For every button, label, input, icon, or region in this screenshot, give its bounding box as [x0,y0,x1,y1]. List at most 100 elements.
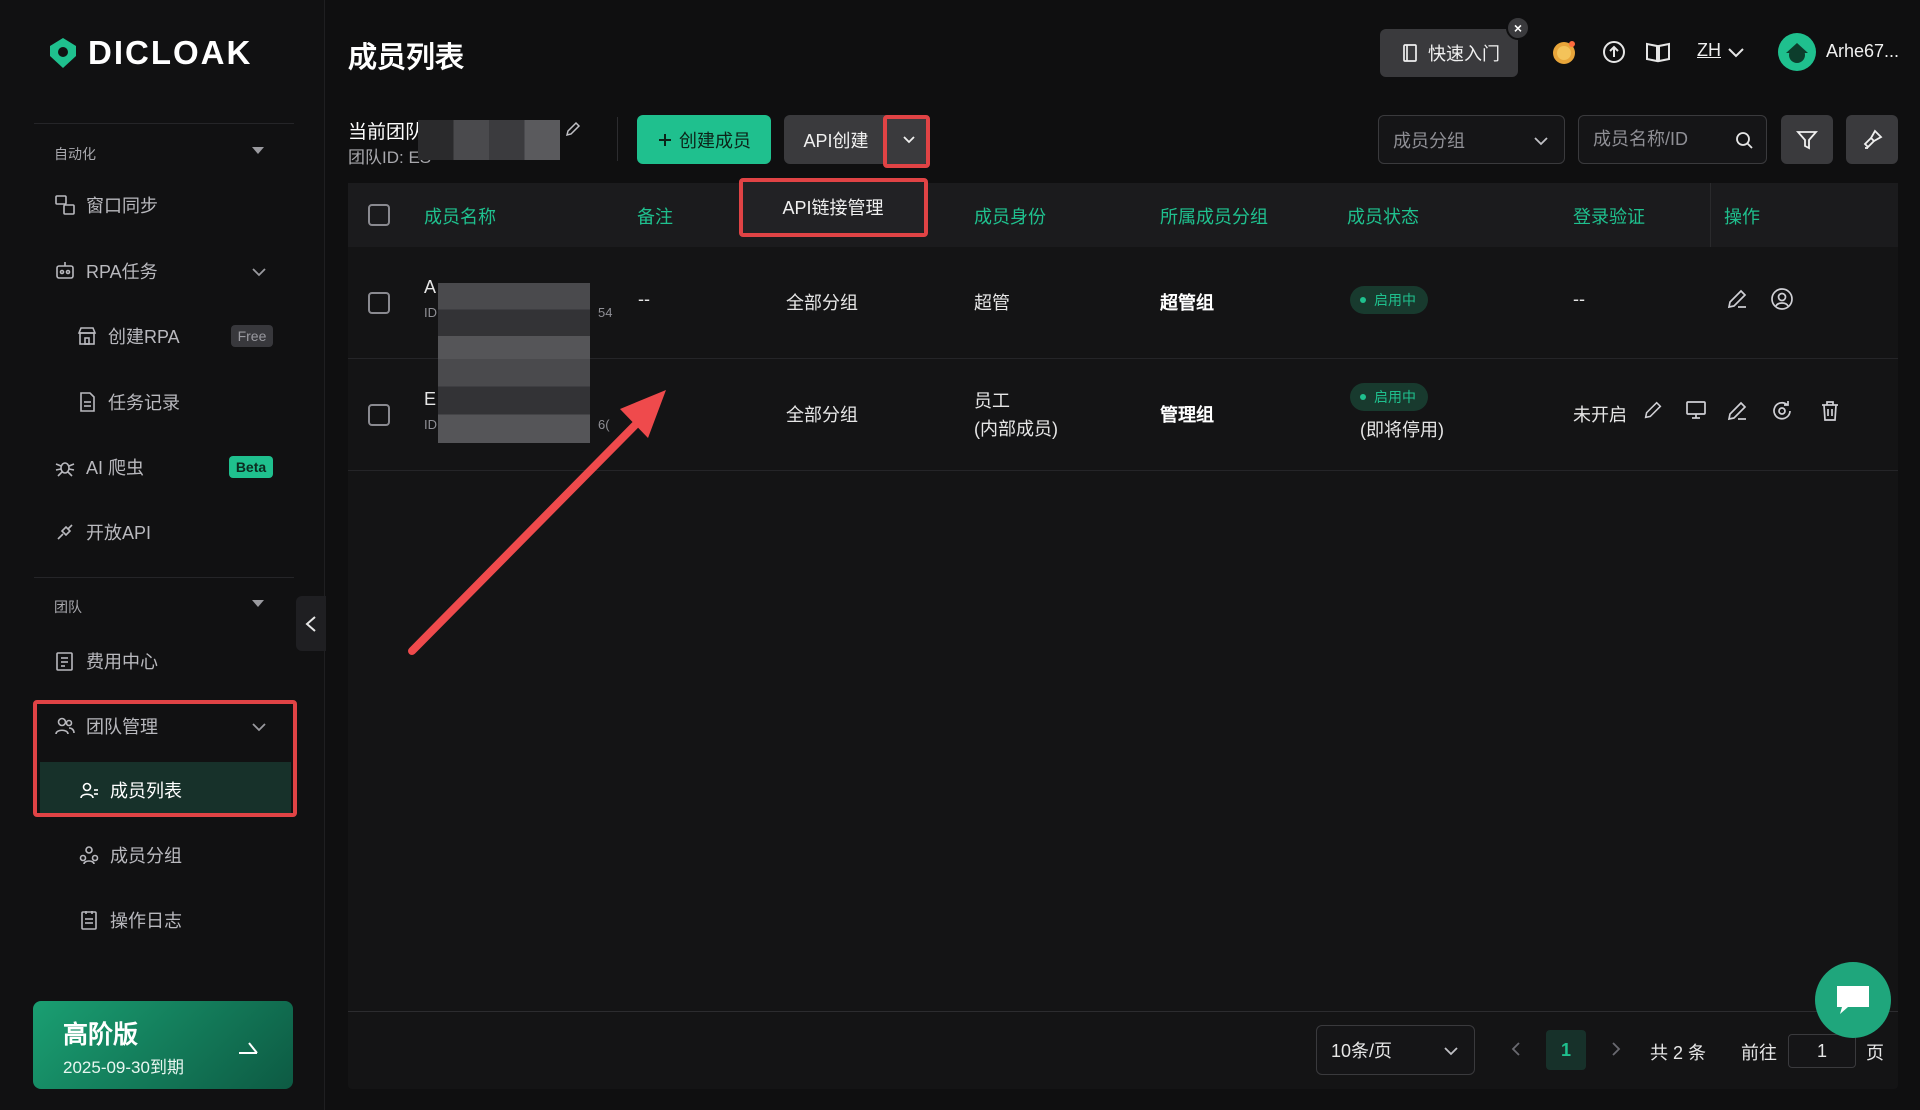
page-size-select[interactable]: 10条/页 [1316,1025,1475,1075]
sidebar-item-billing[interactable]: 费用中心 [54,648,158,674]
monitor-icon[interactable] [1684,398,1708,422]
quick-start-button[interactable]: 快速入门 [1380,29,1518,77]
brush-icon [1863,129,1883,149]
sidebar-item-open-api[interactable]: 开放API [54,519,151,545]
page-number[interactable]: 1 [1546,1030,1586,1070]
beta-badge: Beta [229,456,273,478]
sidebar-item-create-rpa[interactable]: 创建RPA [76,323,180,349]
logo[interactable]: DICLOAK [46,34,252,72]
sidebar-item-member-groups[interactable]: 成员分组 [78,842,182,868]
section-team: 团队 [54,599,82,615]
chat-button[interactable] [1815,962,1891,1038]
remark: -- [638,289,650,309]
sidebar-item-operation-log[interactable]: 操作日志 [78,907,182,933]
user-avatar-icon [1786,43,1808,63]
group: 全部分组 [786,405,858,425]
sidebar-item-label: 任务记录 [108,393,180,413]
api-create-button[interactable]: API创建 [784,115,888,164]
caret-down-icon[interactable] [252,147,264,154]
collapse-sidebar-button[interactable] [296,596,326,651]
sidebar-item-rpa-tasks[interactable]: RPA任务 [54,258,158,284]
member-id-suffix: 6( [598,417,610,432]
member-id-prefix: ID [424,305,437,320]
close-icon[interactable]: × [1506,16,1530,40]
sidebar-item-label: 开放API [86,523,152,543]
role: 员工 [974,391,1010,411]
user-circle-icon[interactable] [1770,287,1794,311]
member-group-select[interactable]: 成员分组 [1378,115,1565,164]
member-name: E [424,389,437,409]
table-row[interactable]: A ID 54 -- 全部分组 超管 超管组 启用中 -- [348,247,1898,363]
upgrade-card[interactable]: 高阶版 2025-09-30到期 [33,1001,293,1089]
language-selector[interactable]: ZH [1697,40,1721,61]
highlight-box [33,700,297,817]
column-header[interactable]: 成员状态 [1347,203,1419,229]
brand-name: DICLOAK [88,34,253,71]
api-icon [57,524,73,540]
billing-icon [56,652,73,671]
sidebar-item-label: 成员分组 [110,846,182,866]
edit-icon[interactable] [564,120,582,138]
edit-icon[interactable] [1642,399,1664,421]
table-row[interactable]: E ID 6( 全部分组 员工 (内部成员) 管理组 启用中 (即将停用) 未开… [348,359,1898,471]
username[interactable]: Arhe67... [1826,41,1899,62]
clear-button[interactable] [1846,115,1898,164]
page-title: 成员列表 [348,42,465,74]
column-header[interactable]: 成员名称 [424,203,496,229]
chevron-right-icon[interactable] [1608,1040,1624,1058]
login-verify: 未开启 [1573,405,1627,425]
sidebar-item-window-sync[interactable]: 窗口同步 [54,192,158,218]
spider-icon [55,462,75,477]
total-count: 共 2 条 [1650,1043,1707,1063]
quick-start-label: 快速入门 [1428,44,1500,64]
coin-icon[interactable] [1550,38,1578,66]
avatar[interactable] [1778,33,1816,71]
api-create-label: API创建 [803,130,869,151]
upload-icon[interactable] [1600,38,1628,66]
divider [34,577,294,578]
search-input[interactable] [1593,129,1733,150]
status-badge: 启用中 [1350,286,1428,314]
create-member-label: 创建成员 [679,130,751,151]
sidebar-item-label: 操作日志 [110,911,182,931]
status-badge: 启用中 [1350,383,1428,411]
column-header[interactable]: 所属成员分组 [1160,203,1268,229]
member-table: 成员名称 备注 成员身份 所属成员分组 成员状态 登录验证 操作 A ID 54… [348,183,1898,1089]
goto-page-input[interactable] [1788,1034,1856,1068]
row-checkbox[interactable] [368,404,390,426]
column-header[interactable]: 成员身份 [974,203,1046,229]
row-checkbox[interactable] [368,292,390,314]
chevron-down-icon[interactable] [250,263,268,281]
highlight-box [739,178,928,237]
sidebar: DICLOAK 自动化 窗口同步 RPA任务 创建RPA Free 任务记录 A… [0,0,325,1110]
refresh-icon[interactable] [1770,399,1794,423]
chevron-down-icon [1444,1047,1458,1056]
caret-down-icon[interactable] [252,600,264,607]
create-member-button[interactable]: 创建成员 [637,115,771,164]
column-header[interactable]: 登录验证 [1573,203,1645,229]
filter-button[interactable] [1781,115,1833,164]
divider [34,123,294,124]
column-header[interactable]: 备注 [637,203,673,229]
select-all-checkbox[interactable] [368,204,390,226]
sidebar-item-ai-crawler[interactable]: AI 爬虫 [54,454,144,480]
redacted-area [438,359,590,443]
log-icon [81,911,97,930]
page-size-value: 10条/页 [1331,1041,1393,1061]
group: 全部分组 [786,293,858,313]
chevron-down-icon[interactable] [1726,42,1746,62]
search-icon[interactable] [1734,130,1754,150]
edit-icon[interactable] [1725,287,1749,311]
divider [348,1011,1898,1012]
chevron-down-icon [1534,137,1548,146]
robot-icon [56,262,74,279]
chevron-left-icon[interactable] [1508,1040,1524,1058]
login-verify: -- [1573,289,1585,309]
sidebar-item-task-records[interactable]: 任务记录 [76,389,180,415]
sidebar-item-label: 费用中心 [86,652,158,672]
edit-icon[interactable] [1725,399,1749,423]
trash-icon[interactable] [1818,399,1842,423]
book-open-icon[interactable] [1644,38,1672,66]
table-header: 成员名称 备注 成员身份 所属成员分组 成员状态 登录验证 操作 [348,183,1898,247]
divider [1710,183,1711,247]
